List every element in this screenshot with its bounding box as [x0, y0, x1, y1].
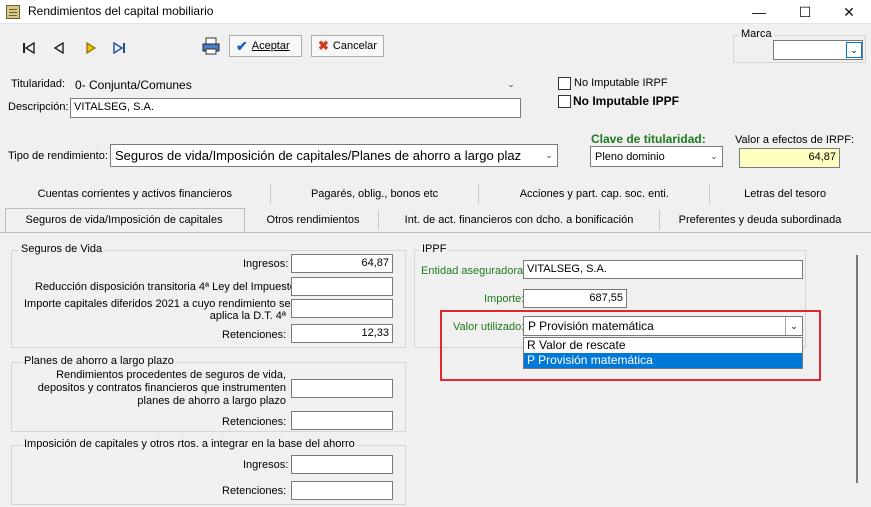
no-imputable-ippf-label: No Imputable IPPF: [573, 94, 680, 108]
planes-rend-field[interactable]: [291, 379, 393, 398]
accept-label: Aceptar: [251, 40, 290, 52]
clave-titularidad-select[interactable]: Pleno dominio ⌄: [590, 146, 723, 167]
tab-otros-rendimientos[interactable]: Otros rendimientos: [248, 214, 378, 226]
tab-pagares[interactable]: Pagarés, oblig., bonos etc: [271, 188, 479, 200]
scrollbar[interactable]: [856, 255, 858, 483]
seguros-reduccion-label: Reducción disposición transitoria 4ª Ley…: [35, 281, 296, 293]
printer-icon: [202, 37, 220, 55]
titularidad-select[interactable]: 0- Conjunta/Comunes ⌄: [70, 74, 520, 95]
title-bar: Rendimientos del capital mobiliario — ☐ …: [0, 0, 871, 24]
last-record-button[interactable]: [108, 37, 130, 59]
imposicion-retenciones-field[interactable]: [291, 481, 393, 500]
seguros-retenciones-label: Retenciones:: [222, 329, 287, 341]
planes-retenciones-label: Retenciones:: [222, 416, 287, 428]
tipo-rendimiento-select[interactable]: Seguros de vida/Imposición de capitales/…: [110, 144, 558, 167]
seguros-vida-title: Seguros de Vida: [19, 243, 105, 255]
close-button[interactable]: ✕: [826, 0, 871, 24]
imposicion-retenciones-label: Retenciones:: [222, 485, 287, 497]
tipo-rendimiento-label: Tipo de rendimiento:: [8, 150, 108, 162]
next-record-button[interactable]: [80, 37, 102, 59]
cancel-button[interactable]: ✖ Cancelar: [311, 35, 384, 57]
tabs-row-2: Seguros de vida/Imposición de capitales …: [0, 208, 860, 232]
seguros-retenciones-field[interactable]: 12,33: [291, 324, 393, 343]
ippf-title: IPPF: [420, 243, 449, 255]
no-imputable-ippf-checkbox[interactable]: [558, 95, 571, 108]
app-icon: [6, 5, 20, 19]
previous-record-button[interactable]: [48, 37, 70, 59]
imposicion-ingresos-field[interactable]: [291, 455, 393, 474]
marca-label: Marca: [739, 28, 774, 40]
tabs-row-1: Cuentas corrientes y activos financieros…: [0, 182, 860, 206]
imposicion-title: Imposición de capitales y otros rtos. a …: [22, 438, 357, 450]
window-title: Rendimientos del capital mobiliario: [28, 4, 214, 18]
marca-select[interactable]: ⌄: [773, 40, 863, 60]
valor-irpf-label: Valor a efectos de IRPF:: [735, 134, 855, 146]
chevron-down-icon: ⌄: [507, 79, 515, 89]
titularidad-label: Titularidad:: [11, 78, 66, 90]
no-imputable-irpf-checkbox[interactable]: [558, 77, 571, 90]
first-icon: [23, 42, 35, 54]
planes-ahorro-title: Planes de ahorro a largo plazo: [22, 355, 176, 367]
seguros-diferidos-label-1: Importe capitales diferidos 2021 a cuyo …: [24, 298, 291, 310]
ippf-entidad-label: Entidad aseguradora:: [421, 265, 527, 277]
tab-int-act-financieros[interactable]: Int. de act. financieros con dcho. a bon…: [379, 214, 659, 226]
clave-titularidad-label: Clave de titularidad:: [591, 132, 706, 146]
next-icon: [86, 42, 97, 54]
seguros-ingresos-field[interactable]: 64,87: [291, 254, 393, 273]
last-icon: [113, 42, 125, 54]
seguros-ingresos-label: Ingresos:: [243, 258, 289, 270]
highlight-box: [440, 310, 821, 381]
print-button[interactable]: [202, 37, 220, 55]
check-icon: ✔: [236, 37, 248, 54]
tab-panel-border: [0, 232, 871, 233]
tab-letras-tesoro[interactable]: Letras del tesoro: [710, 188, 860, 200]
cancel-x-icon: ✖: [318, 38, 329, 53]
chevron-down-icon: ⌄: [545, 150, 553, 160]
seguros-diferidos-field[interactable]: [291, 299, 393, 318]
planes-rend-label-2: depositos y contratos financieros que in…: [37, 382, 286, 394]
descripcion-field[interactable]: VITALSEG, S.A.: [70, 98, 521, 118]
ippf-importe-label: Importe:: [484, 293, 525, 305]
tab-cuentas-corrientes[interactable]: Cuentas corrientes y activos financieros: [0, 188, 270, 200]
first-record-button[interactable]: [18, 37, 40, 59]
seguros-reduccion-field[interactable]: [291, 277, 393, 296]
planes-rend-label-3: planes de ahorro a largo plazo: [137, 395, 286, 407]
ippf-importe-field[interactable]: 687,55: [523, 289, 627, 308]
chevron-down-icon: ⌄: [710, 151, 718, 161]
maximize-button[interactable]: ☐: [782, 0, 828, 24]
planes-retenciones-field[interactable]: [291, 411, 393, 430]
minimize-button[interactable]: —: [736, 0, 782, 24]
tab-preferentes[interactable]: Preferentes y deuda subordinada: [660, 214, 860, 226]
chevron-down-icon: ⌄: [846, 42, 862, 58]
seguros-diferidos-label-2: aplica la D.T. 4ª: [209, 310, 286, 322]
valor-irpf-field[interactable]: 64,87: [739, 148, 840, 168]
cancel-label: Cancelar: [332, 40, 377, 52]
tab-seguros-vida[interactable]: Seguros de vida/Imposición de capitales: [0, 214, 248, 226]
descripcion-label: Descripción:: [8, 101, 69, 113]
imposicion-ingresos-label: Ingresos:: [243, 459, 289, 471]
tab-acciones[interactable]: Acciones y part. cap. soc. enti.: [479, 188, 709, 200]
ippf-entidad-field[interactable]: VITALSEG, S.A.: [523, 260, 803, 279]
previous-icon: [53, 42, 64, 54]
planes-rend-label-1: Rendimientos procedentes de seguros de v…: [56, 369, 286, 381]
no-imputable-irpf-label: No Imputable IRPF: [574, 77, 668, 89]
accept-button[interactable]: ✔ Aceptar: [229, 35, 302, 57]
